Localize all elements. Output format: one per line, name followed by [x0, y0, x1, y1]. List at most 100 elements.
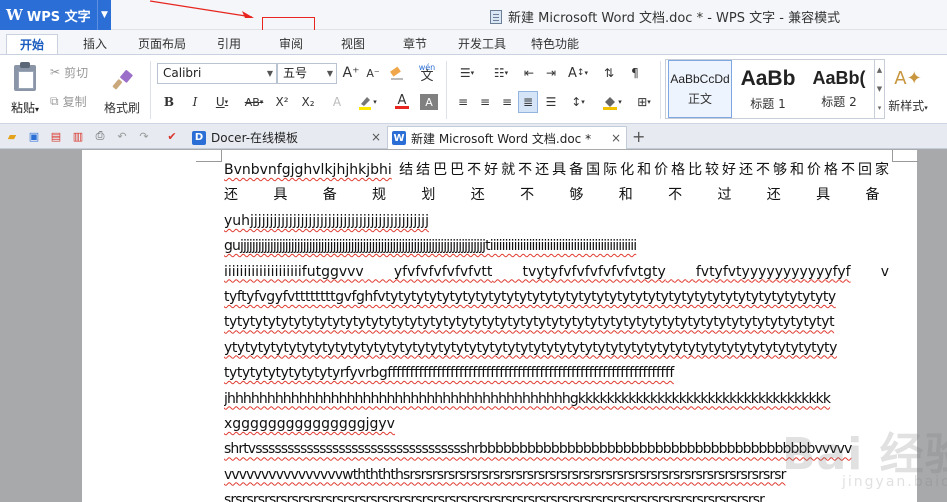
- shrink-font-button[interactable]: A⁻: [364, 63, 382, 83]
- misspelled-text: Bvnbvnfgjghvlkjhjhkjbhi: [224, 162, 392, 178]
- paragraph-line[interactable]: 还 具 备 规 划 还 不 够 和 不 过 还 具 备 vjhhjgbhyuiu…: [224, 183, 889, 208]
- underline-button[interactable]: U ▾: [210, 92, 234, 112]
- decrease-indent-icon[interactable]: ⇤: [520, 63, 538, 83]
- doc-tab-docer-templates[interactable]: D Docer-在线模板 ×: [188, 126, 386, 149]
- increase-indent-icon[interactable]: ⇥: [542, 63, 560, 83]
- bold-button[interactable]: B: [160, 92, 178, 112]
- shading-fill-icon[interactable]: ▾: [598, 92, 626, 112]
- undo-icon[interactable]: ↶: [114, 128, 130, 144]
- paragraph-line[interactable]: iiiiiiiiiiiiiiiiiiiifutggvvv yfvfvfvfvfv…: [224, 260, 889, 285]
- window-title: 新建 Microsoft Word 文档.doc * - WPS 文字 - 兼容…: [490, 7, 840, 26]
- doc-tab-active-document[interactable]: W 新建 Microsoft Word 文档.doc * ×: [387, 126, 627, 149]
- borders-icon[interactable]: ⊞ ▾: [630, 92, 658, 112]
- character-shading-button[interactable]: A: [420, 94, 438, 110]
- tab-references[interactable]: 引用: [208, 34, 250, 54]
- strikethrough-button[interactable]: AB ▾: [240, 92, 268, 112]
- paste-button[interactable]: 粘贴▾: [7, 61, 43, 121]
- paragraph-mark-icon[interactable]: ¶: [624, 63, 646, 83]
- subscript-button[interactable]: X₂: [298, 92, 318, 112]
- crop-mark-top-left: [196, 150, 222, 162]
- tab-section[interactable]: 章节: [394, 34, 436, 54]
- text-effect-icon[interactable]: A: [328, 92, 346, 112]
- document-page[interactable]: Bvnbvnfgjghvlkjhjhkjbhi 结结巴巴不好就不还具备国际化和价…: [82, 150, 947, 502]
- paragraph-line[interactable]: vvvvvvvvvvvvvvvvwththththsrsrsrsrsrsrsrs…: [224, 463, 889, 488]
- ribbon-home: 粘贴▾ ✂ 剪切 ⧉ 复制 格式刷 Calibri ▼ 五号 ▼ A⁺ A⁻ wén 文…: [0, 54, 947, 124]
- app-menu-button[interactable]: W WPS 文字 ▼: [0, 0, 111, 30]
- cut-button[interactable]: ✂ 剪切: [50, 62, 88, 82]
- paragraph-line[interactable]: jhhhhhhhhhhhhhhhhhhhhhhhhhhhhhhhhhhhhhhh…: [224, 387, 889, 412]
- tab-special-features[interactable]: 特色功能: [524, 34, 586, 54]
- style-heading-1[interactable]: AaBb 标题 1: [736, 60, 800, 118]
- redo-icon[interactable]: ↷: [136, 128, 152, 144]
- text-run: 还 具 备 规 划 还 不 够 和 不 过 还 具 备: [224, 187, 889, 204]
- text-run: v: [850, 263, 889, 280]
- paragraph-line[interactable]: tytytytytytytytytytytytytytytytytytytyty…: [224, 310, 889, 335]
- chevron-down-icon: ▼: [326, 69, 333, 78]
- tab-developer-tools[interactable]: 开发工具: [450, 34, 514, 54]
- numbering-button[interactable]: ☷ ▾: [486, 63, 516, 83]
- superscript-button[interactable]: X²: [272, 92, 292, 112]
- clear-format-icon[interactable]: [388, 63, 406, 83]
- ribbon-tab-bar: 开始 插入 页面布局 引用 审阅 视图 章节 开发工具 特色功能: [0, 30, 947, 54]
- paintbrush-icon: [112, 69, 133, 89]
- line-spacing-icon[interactable]: ↕ ▾: [564, 92, 592, 112]
- pinyin-guide-button[interactable]: wén 文: [412, 59, 442, 85]
- chevron-down-icon: ▼: [266, 69, 273, 78]
- justify-icon[interactable]: ≣: [518, 91, 538, 113]
- open-folder-icon[interactable]: ▰: [4, 128, 20, 144]
- align-right-icon[interactable]: ≡: [498, 92, 516, 112]
- tab-insert[interactable]: 插入: [72, 34, 118, 54]
- close-icon[interactable]: ×: [371, 130, 381, 144]
- document-body-text[interactable]: Bvnbvnfgjghvlkjhjhkjbhi 结结巴巴不好就不还具备国际化和价…: [224, 158, 889, 502]
- bullets-button[interactable]: ☰ ▾: [452, 63, 482, 83]
- font-color-button[interactable]: A: [388, 92, 416, 112]
- misspelled-text: tytytytytytytytytytytytytytytytytytytyty…: [224, 314, 835, 331]
- misspelled-text: tyftyfvgyfvttttttttgvfghfvtytytytytytyty…: [224, 288, 836, 305]
- new-style-button[interactable]: A✦ 新样式▾: [880, 61, 936, 121]
- paragraph-line[interactable]: shrtvssssssssssssssssssssssssssssssssshr…: [224, 437, 889, 462]
- grow-font-button[interactable]: A⁺: [342, 63, 360, 83]
- tab-home[interactable]: 开始: [6, 34, 58, 54]
- paragraph-line[interactable]: tytytytytytytytytyrfyvrbgfffffffffffffff…: [224, 361, 889, 386]
- italic-button[interactable]: I: [186, 92, 204, 112]
- style-heading-2[interactable]: AaBb( 标题 2: [804, 60, 874, 118]
- tab-view[interactable]: 视图: [332, 34, 374, 54]
- paragraph-line[interactable]: gujjjjjjjjjjjjjjjjjjjjjjjjjjjjjjjjjjjjjj…: [224, 234, 889, 259]
- app-name: WPS 文字: [26, 9, 91, 25]
- misspelled-text: xgggggggggggggggjgyv: [224, 415, 395, 432]
- customize-quick-access-icon[interactable]: ✔: [164, 128, 180, 144]
- align-center-icon[interactable]: ≡: [476, 92, 494, 112]
- copy-button[interactable]: ⧉ 复制: [50, 91, 87, 111]
- quick-access-bar: ▰ ▣ ▤ ▥ ⎙ ↶ ↷ ✔ D Docer-在线模板 × W 新建 Micr…: [0, 124, 947, 149]
- sort-icon[interactable]: ⇅: [598, 63, 620, 83]
- format-painter-button[interactable]: 格式刷: [102, 61, 142, 121]
- misspelled-text: jhhhhhhhhhhhhhhhhhhhhhhhhhhhhhhhhhhhhhhh…: [224, 390, 831, 407]
- paragraph-line[interactable]: ytytytytytytytytytytytytytytytytytytytyt…: [224, 336, 889, 361]
- close-icon[interactable]: ×: [611, 131, 621, 145]
- document-area[interactable]: Bvnbvnfgjghvlkjhjhkjbhi 结结巴巴不好就不还具备国际化和价…: [0, 150, 947, 502]
- tab-review[interactable]: 审阅: [270, 34, 312, 54]
- export-pdf-icon[interactable]: ▤: [48, 128, 64, 144]
- paragraph-line[interactable]: srsrsrsrsrsrsrsrsrsrsrsrsrsrsrsrsrsrsrsr…: [224, 488, 889, 502]
- highlight-button[interactable]: ▾: [352, 92, 382, 112]
- tab-page-layout[interactable]: 页面布局: [130, 34, 194, 54]
- align-left-icon[interactable]: ≡: [454, 92, 472, 112]
- misspelled-text: gujjjjjjjjjjjjjjjjjjjjjjjjjjjjjjjjjjjjjj…: [224, 238, 637, 255]
- style-normal[interactable]: AaBbCcDd 正文: [668, 60, 732, 118]
- copy-icon: ⧉: [50, 93, 59, 108]
- misspelled-text: yuhjjjjjjjjjjjjjjjjjjjjjjjjjjjjjjjjjjjjj…: [224, 212, 429, 229]
- change-case-icon[interactable]: A ↕ ▾: [564, 63, 592, 83]
- print-preview-icon[interactable]: ▥: [70, 128, 86, 144]
- paragraph-line[interactable]: xgggggggggggggggjgyv: [224, 412, 889, 437]
- paragraph-line[interactable]: tyftyfvgyfvttttttttgvfghfvtytytytytytyty…: [224, 285, 889, 310]
- distributed-align-icon[interactable]: ☰: [542, 92, 560, 112]
- chevron-down-icon[interactable]: ▼: [97, 0, 111, 30]
- font-name-select[interactable]: Calibri ▼: [157, 63, 277, 84]
- font-size-select[interactable]: 五号 ▼: [277, 63, 337, 84]
- paragraph-line[interactable]: Bvnbvnfgjghvlkjhjhkjbhi 结结巴巴不好就不还具备国际化和价…: [224, 158, 889, 183]
- print-icon[interactable]: ⎙: [92, 128, 108, 144]
- paragraph-line[interactable]: yuhjjjjjjjjjjjjjjjjjjjjjjjjjjjjjjjjjjjjj…: [224, 209, 889, 234]
- new-tab-plus-icon[interactable]: +: [632, 127, 645, 146]
- crop-mark-top-right: [892, 150, 918, 162]
- save-icon[interactable]: ▣: [26, 128, 42, 144]
